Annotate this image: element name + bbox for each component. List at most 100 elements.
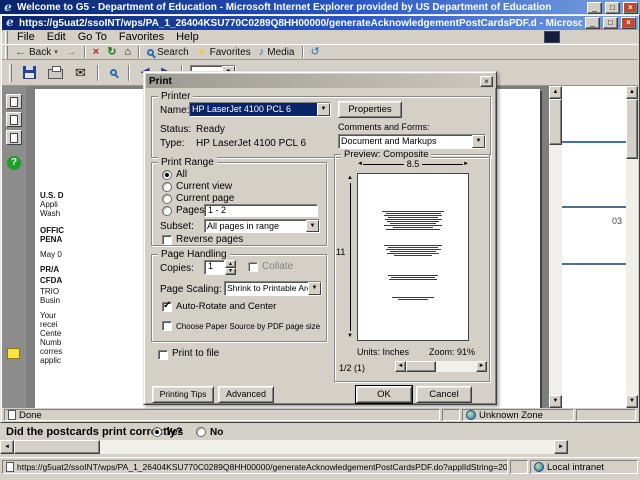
close-icon[interactable]: × [621,17,636,29]
auto-rotate-checkbox[interactable] [162,300,172,312]
toolbar-grip[interactable] [5,45,8,59]
cancel-button[interactable]: Cancel [416,386,472,403]
stop-button[interactable]: × [89,46,103,59]
search-button[interactable]: Search [143,46,193,59]
current-page-radio[interactable] [162,194,172,204]
ok-button[interactable]: OK [355,385,413,404]
print-button[interactable] [44,65,67,80]
advanced-button[interactable]: Advanced [218,386,274,403]
toolbar-grip[interactable] [9,63,12,82]
comments-forms-select[interactable]: Document and Markups ▼ [338,134,486,149]
print-to-file-label[interactable]: Print to file [172,348,219,359]
preview-scrollbar[interactable]: ◄ ► [395,361,487,372]
horizontal-scrollbar[interactable]: ◄ ► [0,440,568,454]
current-page-label[interactable]: Current page [176,193,234,204]
chevron-down-icon[interactable]: ▼ [306,220,319,232]
pdf-vertical-scrollbar[interactable]: ▲ ▼ [549,86,562,408]
reverse-pages-label[interactable]: Reverse pages [176,234,243,245]
stepper-up-icon[interactable]: ▲ [225,260,236,268]
current-view-label[interactable]: Current view [176,181,232,192]
menu-favorites[interactable]: Favorites [113,30,170,44]
forward-button[interactable]: → [62,46,81,59]
pages-radio[interactable] [162,206,172,216]
minimize-icon[interactable]: _ [585,17,600,29]
subset-select[interactable]: All pages in range ▼ [204,219,320,233]
bookmarks-tab-icon[interactable] [6,94,22,109]
stop-icon: × [92,45,100,58]
scrollbar-track[interactable] [406,361,476,372]
scroll-left-icon[interactable]: ◄ [0,440,14,454]
maximize-icon[interactable]: □ [605,1,620,14]
scroll-right-icon[interactable]: ► [476,361,487,372]
copies-stepper[interactable]: 1 ▲ ▼ [204,260,236,275]
printing-tips-button[interactable]: Printing Tips [152,386,214,403]
menu-bar: File Edit Go To Favorites Help [2,30,638,44]
menu-help[interactable]: Help [170,30,205,44]
toolbar-grip[interactable] [5,30,8,44]
print-to-file-checkbox[interactable] [158,350,168,360]
menu-edit[interactable]: Edit [41,30,72,44]
zone-label: Local intranet [547,461,605,473]
search-document-button[interactable] [106,68,121,77]
scroll-down-icon[interactable]: ▼ [549,395,562,408]
favorites-button[interactable]: ★ Favorites [193,46,255,59]
popup-titlebar[interactable]: e https://g5uat2/ssoINT/wps/PA_1_26404KS… [2,16,638,30]
restore-icon[interactable]: □ [603,17,618,29]
all-label[interactable]: All [176,169,187,180]
copies-value[interactable]: 1 [204,260,225,275]
close-icon[interactable]: × [480,75,493,87]
media-button[interactable]: ♪ Media [255,46,299,59]
scrollbar-thumb[interactable] [549,99,562,145]
scroll-down-icon[interactable]: ▼ [626,395,638,408]
home-button[interactable]: ⌂ [120,46,135,59]
scrollbar-track[interactable] [14,440,554,454]
status-spacer-panel [510,460,528,474]
chevron-down-icon[interactable]: ▼ [317,103,330,116]
scroll-left-icon[interactable]: ◄ [395,361,406,372]
save-button[interactable] [19,65,40,80]
document-text-line: U.S. D [40,191,64,200]
menu-go-to[interactable]: Go To [72,30,113,44]
scroll-right-icon[interactable]: ► [554,440,568,454]
stepper-down-icon[interactable]: ▼ [225,268,236,275]
paper-source-label[interactable]: Choose Paper Source by PDF page size [176,321,320,332]
outer-titlebar[interactable]: e Welcome to G5 - Department of Educatio… [0,0,640,15]
pages-label[interactable]: Pages [176,205,204,216]
history-button[interactable]: ↺ [307,46,324,59]
all-radio[interactable] [162,170,172,180]
page-rule [562,206,626,208]
help-icon[interactable]: ? [7,156,21,170]
close-icon[interactable]: × [623,1,638,14]
scrollbar-thumb[interactable] [626,99,638,159]
document-text-line: Your [40,311,57,320]
paper-source-checkbox[interactable] [162,321,172,331]
printer-name-select[interactable]: HP LaserJet 4100 PCL 6 ▼ [189,102,331,117]
current-view-radio[interactable] [162,182,172,192]
pages-tab-icon[interactable] [6,112,22,127]
scrollbar-thumb[interactable] [406,361,436,372]
refresh-button[interactable]: ↻ [103,46,120,59]
page-scaling-select[interactable]: Shrink to Printable Area ▼ [224,281,322,296]
arrow-up-icon: ▲ [347,175,353,181]
comments-note-icon[interactable] [7,348,20,359]
scroll-up-icon[interactable]: ▲ [626,86,638,99]
chevron-down-icon[interactable]: ▼ [308,282,321,295]
print-dialog-titlebar[interactable]: Print × [146,74,496,88]
properties-button[interactable]: Properties [338,101,402,118]
layers-tab-icon[interactable] [6,130,22,145]
back-button[interactable]: ← Back ▾ [11,46,62,59]
pages-input[interactable]: 1 - 2 [204,204,318,217]
reverse-pages-checkbox[interactable] [162,235,172,245]
chevron-down-icon[interactable]: ▼ [472,135,485,148]
menu-file[interactable]: File [11,30,41,44]
page-vertical-scrollbar[interactable]: ▲ ▼ [626,86,638,408]
scroll-up-icon[interactable]: ▲ [549,86,562,99]
email-button[interactable]: ✉ [71,66,90,79]
minimize-icon[interactable]: _ [587,1,602,14]
no-label[interactable]: No [210,427,223,438]
scrollbar-thumb[interactable] [14,440,100,454]
yes-radio[interactable] [152,427,162,437]
yes-label[interactable]: Yes [166,427,183,438]
auto-rotate-label[interactable]: Auto-Rotate and Center [176,301,276,312]
no-radio[interactable] [196,427,206,437]
